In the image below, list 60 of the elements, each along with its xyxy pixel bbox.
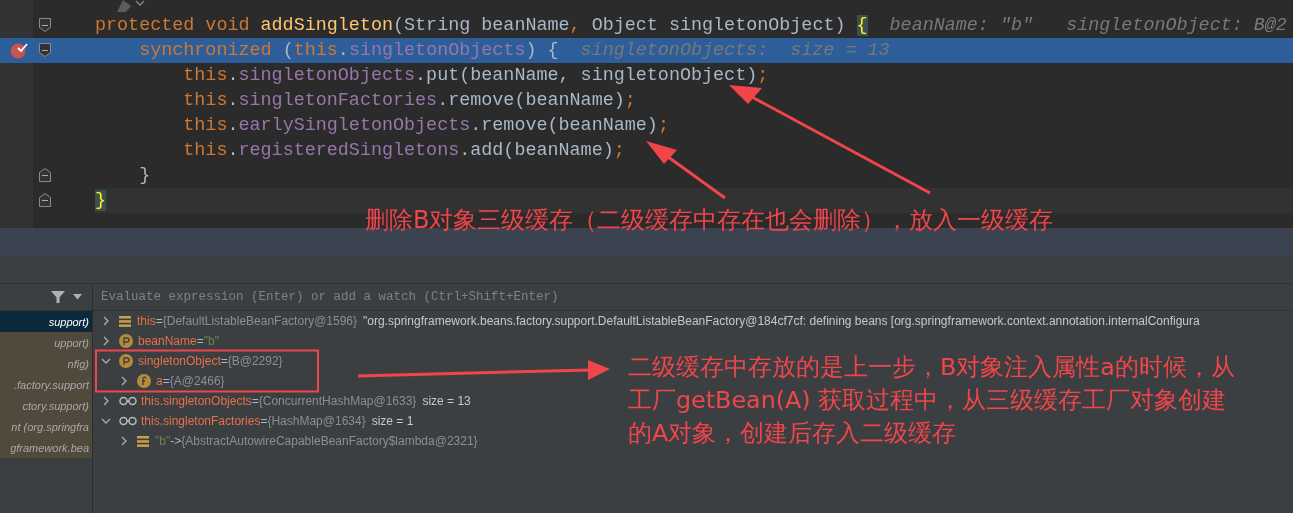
annotation-text: 二级缓存中存放的是上一步，B对象注入属性a的时候，从工厂getBean(A) 获取过程中，从三级缓存工厂对象创建的A对象，创建后存入二级缓存: [628, 352, 1236, 449]
fold-icon[interactable]: [39, 168, 51, 182]
separator-text: =: [162, 374, 170, 388]
code-line: this.earlySingletonObjects.remove(beanName);: [182, 114, 670, 138]
variable-name: this.singletonFactories: [141, 414, 261, 428]
parameter-icon: [119, 354, 133, 368]
variable-value: {ConcurrentHashMap@1633}: [258, 394, 417, 408]
separator-text: ->: [170, 434, 182, 448]
variable-value: {DefaultListableBeanFactory@1596}: [162, 314, 357, 328]
frame-item[interactable]: gframework.bea: [0, 437, 92, 458]
separator-text: =: [196, 334, 204, 348]
variable-value: {A@2466}: [169, 374, 225, 388]
code-line: this.registeredSingletons.add(beanName);: [182, 139, 626, 163]
frame-item[interactable]: upport): [0, 332, 92, 353]
caret-icon[interactable]: [73, 294, 82, 300]
code-line: this.singletonObjects.put(beanName, singletonObject);: [182, 64, 770, 88]
field-icon: [137, 374, 151, 388]
value-detail: "org.springframework.beans.factory.support.DefaultListableBeanFactory@184cf7cf: defining beans [org.springframework.context.annotation.internalConfigura: [363, 314, 1200, 328]
fold-icon[interactable]: [39, 18, 51, 32]
chevron-icon[interactable]: [135, 0, 145, 8]
breakpoint-icon[interactable]: [9, 41, 29, 59]
chevron-icon[interactable]: [101, 396, 111, 406]
variable-name: beanName: [138, 334, 197, 348]
fold-icon[interactable]: [39, 193, 51, 207]
code-line: }: [138, 164, 152, 188]
separator-text: =: [251, 394, 259, 408]
frame-item[interactable]: .factory.support: [0, 374, 92, 395]
frame-item[interactable]: nt (org.springfra: [0, 416, 92, 437]
separator-text: =: [220, 354, 228, 368]
variable-name: this: [137, 314, 156, 328]
chevron-icon[interactable]: [101, 316, 111, 326]
chevron-icon[interactable]: [119, 376, 129, 386]
fold-icon[interactable]: [39, 43, 51, 57]
code-line: protected void addSingleton(String beanName, Object singletonObject) { beanName: "b" singletonObject: B@2: [95, 14, 1288, 38]
value-detail: size = 1: [371, 414, 414, 428]
variable-value: "b": [203, 334, 219, 348]
list-icon: [119, 315, 131, 327]
chevron-icon[interactable]: [119, 436, 129, 446]
frame-item[interactable]: ctory.support): [0, 395, 92, 416]
list-icon: [137, 435, 149, 447]
chevron-icon[interactable]: [101, 356, 111, 366]
separator-text: =: [260, 414, 268, 428]
variable-value: {B@2292}: [227, 354, 283, 368]
value-detail: size = 13: [422, 394, 471, 408]
frame-item[interactable]: support): [0, 311, 92, 332]
variable-name: a: [156, 374, 163, 388]
separator-text: =: [155, 314, 163, 328]
variable-value: {AbstractAutowireCapableBeanFactory$lambda@2321}: [181, 434, 478, 448]
parameter-icon: [119, 334, 133, 348]
variable-name: singletonObject: [138, 354, 221, 368]
glasses-icon: [119, 396, 137, 406]
variable-value: {HashMap@1634}: [267, 414, 366, 428]
variable-name: "b": [155, 434, 171, 448]
frame-item[interactable]: nfig): [0, 353, 92, 374]
chevron-icon[interactable]: [101, 416, 111, 426]
chevron-icon[interactable]: [101, 336, 111, 346]
filter-icon[interactable]: [51, 290, 65, 304]
glasses-icon: [119, 416, 137, 426]
variable-name: this.singletonObjects: [141, 394, 252, 408]
code-line: this.singletonFactories.remove(beanName);: [182, 89, 637, 113]
